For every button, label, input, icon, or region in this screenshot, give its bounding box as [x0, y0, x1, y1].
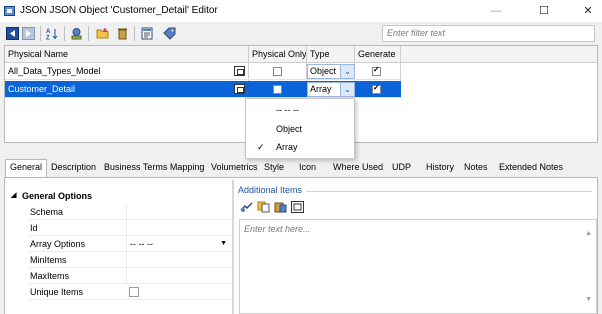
array-options-select[interactable]: -- -- -- ▼: [126, 236, 230, 252]
property-name: Array Options: [30, 239, 86, 249]
type-value: Object: [310, 66, 337, 76]
scroll-up-icon[interactable]: ▲: [585, 230, 592, 237]
table-row[interactable]: All_Data_Types_Model Object ⌄: [5, 63, 401, 80]
table-row[interactable]: Customer_Detail Array ⌄: [5, 81, 401, 98]
nav-forward-icon[interactable]: [22, 27, 35, 40]
collapse-triangle-icon[interactable]: ◢: [11, 189, 16, 203]
property-name: MinItems: [30, 255, 67, 265]
window-title: JSON JSON Object 'Customer_Detail' Edito…: [20, 5, 218, 16]
tab-business-terms-mapping[interactable]: Business Terms Mapping: [104, 160, 204, 177]
properties-icon[interactable]: [141, 27, 154, 40]
title-bar: JSON JSON Object 'Customer_Detail' Edito…: [0, 0, 602, 22]
property-name: Schema: [30, 207, 64, 217]
dropdown-option-label: Array: [276, 142, 298, 152]
chevron-down-icon[interactable]: ⌄: [340, 65, 354, 78]
add-item-icon[interactable]: [240, 201, 253, 213]
additional-items-textarea[interactable]: Enter text here... ▲ ▼: [239, 219, 597, 314]
close-button[interactable]: ✕: [566, 0, 602, 22]
dropdown-option-none[interactable]: -- -- --: [246, 102, 354, 119]
type-select[interactable]: Array ⌄: [307, 82, 355, 97]
additional-items-group: Additional Items Enter text here... ▲ ▼: [236, 181, 597, 314]
tab-description[interactable]: Description: [51, 160, 96, 177]
maximize-button[interactable]: ☐: [522, 0, 566, 22]
physical-only-checkbox[interactable]: [273, 67, 282, 76]
dropdown-option-object[interactable]: Object: [246, 121, 354, 138]
tag-icon[interactable]: [163, 27, 176, 40]
cell-physical-name[interactable]: Customer_Detail: [5, 81, 230, 98]
column-header-physical-name[interactable]: Physical Name: [5, 46, 249, 63]
panel-splitter[interactable]: [232, 180, 234, 314]
property-row-maxitems[interactable]: MaxItems: [28, 268, 230, 284]
filter-input[interactable]: Enter filter text: [382, 25, 595, 42]
property-row-array-options[interactable]: Array Options -- -- -- ▼: [28, 236, 230, 252]
editor-icon[interactable]: [291, 201, 304, 213]
copy-item-icon[interactable]: [257, 201, 270, 213]
tab-bar: General Description Business Terms Mappi…: [5, 159, 598, 178]
minimize-button[interactable]: —: [474, 0, 518, 22]
property-value[interactable]: [126, 252, 230, 268]
grid-header: Physical Name Physical Only Type Generat…: [5, 46, 597, 63]
new-folder-icon[interactable]: [96, 27, 109, 40]
toolbar-separator: [88, 26, 89, 41]
group-label: General Options: [22, 191, 93, 201]
tab-extended-notes[interactable]: Extended Notes: [499, 160, 563, 177]
general-options-group[interactable]: ◢ General Options: [6, 189, 230, 203]
checkmark-icon: ✓: [257, 142, 265, 152]
property-grid: ◢ General Options Schema Id Array Option…: [6, 189, 230, 314]
tab-notes[interactable]: Notes: [464, 160, 488, 177]
tab-icon[interactable]: Icon: [299, 160, 316, 177]
type-dropdown-menu: -- -- -- Object ✓ Array: [245, 98, 355, 159]
editor-icon[interactable]: [234, 66, 245, 76]
scroll-down-icon[interactable]: ▼: [585, 296, 592, 303]
type-select[interactable]: Object ⌄: [307, 64, 355, 79]
textarea-placeholder: Enter text here...: [244, 224, 311, 234]
column-header-generate[interactable]: Generate: [355, 46, 401, 63]
toolbar-separator: [134, 26, 135, 41]
svg-text:Z: Z: [46, 36, 50, 41]
svg-text:A: A: [46, 29, 51, 35]
toolbar: AZ Enter filter text: [0, 22, 602, 45]
editor-icon[interactable]: [234, 84, 245, 94]
generate-checkbox[interactable]: [372, 83, 381, 94]
column-header-type[interactable]: Type: [307, 46, 355, 63]
property-row-minitems[interactable]: MinItems: [28, 252, 230, 268]
property-value[interactable]: [126, 220, 230, 236]
property-value[interactable]: [126, 204, 230, 220]
property-row-schema[interactable]: Schema: [28, 204, 230, 220]
column-header-physical-only[interactable]: Physical Only: [249, 46, 307, 63]
generate-checkbox[interactable]: [372, 65, 381, 76]
delete-icon[interactable]: [116, 27, 129, 40]
toolbar-separator: [64, 26, 65, 41]
tab-where-used[interactable]: Where Used: [333, 160, 383, 177]
type-value: Array: [310, 84, 332, 94]
property-row-unique-items[interactable]: Unique Items: [28, 284, 230, 300]
additional-items-label: Additional Items: [238, 185, 307, 195]
toolbar-separator: [40, 26, 41, 41]
property-value: -- -- --: [130, 239, 153, 249]
property-name: Id: [30, 223, 38, 233]
dropdown-option-array[interactable]: ✓ Array: [246, 139, 354, 156]
property-value[interactable]: [126, 268, 230, 284]
property-row-id[interactable]: Id: [28, 220, 230, 236]
app-icon: [4, 6, 15, 16]
physical-only-checkbox[interactable]: [273, 85, 282, 94]
chevron-down-icon[interactable]: ⌄: [340, 83, 354, 96]
unique-items-checkbox[interactable]: [129, 287, 139, 297]
tab-history[interactable]: History: [426, 160, 454, 177]
sort-icon[interactable]: AZ: [46, 27, 59, 40]
paste-item-icon[interactable]: [274, 201, 287, 213]
property-name: MaxItems: [30, 271, 70, 281]
model-icon[interactable]: [70, 27, 83, 40]
nav-back-icon[interactable]: [6, 27, 19, 40]
group-divider: [298, 191, 592, 192]
tab-general[interactable]: General: [5, 159, 48, 178]
tab-udp[interactable]: UDP: [392, 160, 411, 177]
dropdown-arrow-icon[interactable]: ▼: [220, 236, 227, 252]
property-name: Unique Items: [30, 287, 84, 297]
tab-volumetrics[interactable]: Volumetrics: [211, 160, 258, 177]
tab-style[interactable]: Style: [264, 160, 284, 177]
cell-physical-name[interactable]: All_Data_Types_Model: [5, 63, 230, 80]
